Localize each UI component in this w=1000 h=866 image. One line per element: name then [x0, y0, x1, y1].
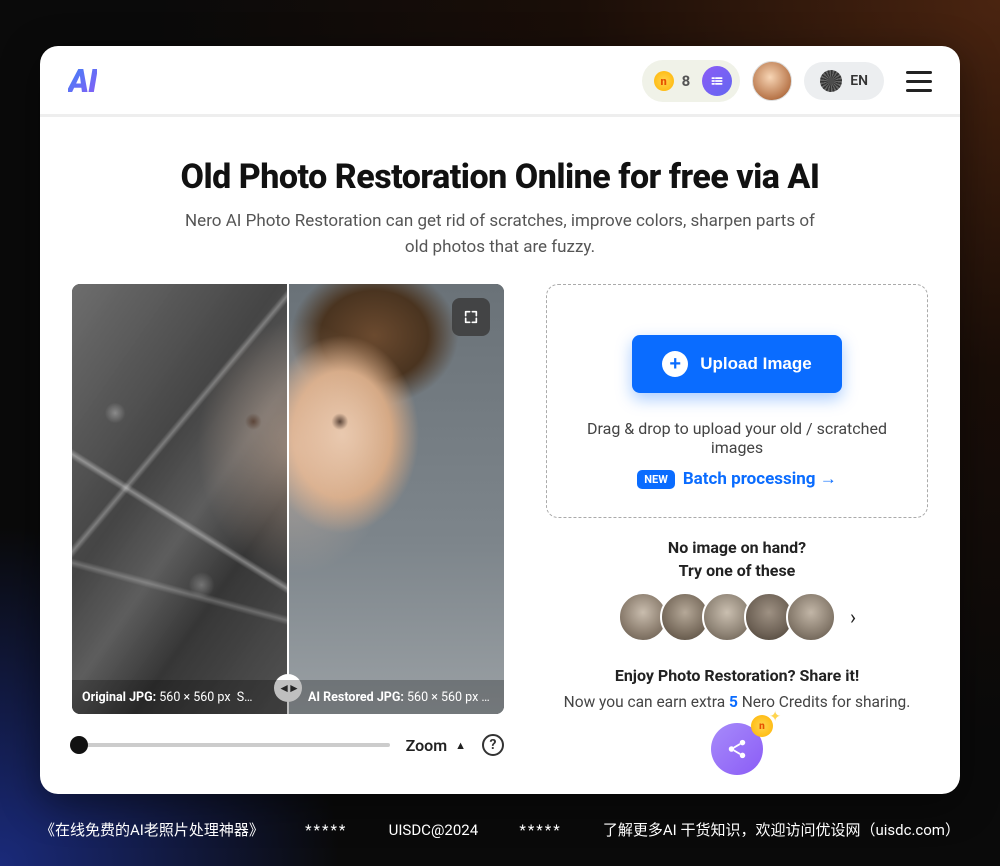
zoom-slider[interactable] [72, 743, 390, 747]
language-label: EN [850, 73, 868, 89]
restored-image [288, 284, 504, 714]
original-image [72, 284, 288, 714]
logo[interactable]: AI [68, 62, 97, 100]
app-window: AI n 8 EN Old Photo Restoration Online f… [40, 46, 960, 794]
upload-column: + Upload Image Drag & drop to upload you… [546, 284, 928, 775]
footer-bar: 《在线免费的AI老照片处理神器》 ***** UISDC@2024 ***** … [0, 819, 1000, 840]
samples-next-button[interactable]: › [850, 605, 856, 629]
tasks-icon[interactable] [702, 66, 732, 96]
zoom-controls: Zoom ▲ ? [72, 734, 504, 756]
upload-dropzone[interactable]: + Upload Image Drag & drop to upload you… [546, 284, 928, 518]
coin-icon: n [654, 71, 674, 91]
compare-slider[interactable]: ◄► Original JPG: 560 × 560 px S… AI Rest… [72, 284, 504, 714]
share-title: Enjoy Photo Restoration? Share it! [546, 666, 928, 685]
topbar: AI n 8 EN [40, 46, 960, 117]
language-selector[interactable]: EN [804, 62, 884, 100]
samples-title: No image on hand?Try one of these [546, 536, 928, 582]
credits-count: 8 [682, 72, 691, 90]
share-subtitle: Now you can earn extra 5 Nero Credits fo… [546, 693, 928, 711]
sample-thumbnails: › [546, 592, 928, 642]
credits-pill[interactable]: n 8 [642, 60, 741, 102]
footer-mid: UISDC@2024 [389, 821, 479, 839]
upload-button[interactable]: + Upload Image [632, 335, 841, 393]
plus-icon: + [662, 351, 688, 377]
preview-column: ◄► Original JPG: 560 × 560 px S… AI Rest… [72, 284, 504, 775]
original-info: Original JPG: 560 × 560 px S… [82, 690, 288, 705]
share-button[interactable]: n ✦ [711, 723, 763, 775]
batch-row: NEW Batch processing → [637, 469, 836, 489]
footer-left: 《在线免费的AI老照片处理神器》 [40, 819, 264, 840]
help-icon[interactable]: ? [482, 734, 504, 756]
footer-stars-1: ***** [305, 821, 347, 839]
footer-stars-2: ***** [519, 821, 561, 839]
image-info-bar: Original JPG: 560 × 560 px S… AI Restore… [72, 680, 504, 714]
page-title: Old Photo Restoration Online for free vi… [100, 157, 900, 197]
page-subtitle: Nero AI Photo Restoration can get rid of… [180, 209, 820, 260]
main-row: ◄► Original JPG: 560 × 560 px S… AI Rest… [40, 284, 960, 794]
globe-icon [820, 70, 842, 92]
sparkle-icon: ✦ [769, 709, 781, 725]
zoom-dropdown[interactable]: Zoom ▲ [406, 736, 466, 755]
menu-button[interactable] [906, 71, 932, 92]
compare-divider[interactable] [287, 284, 289, 714]
batch-processing-link[interactable]: Batch processing → [683, 469, 837, 489]
expand-button[interactable] [452, 298, 490, 336]
restored-info: AI Restored JPG: 560 × 560 px … [288, 690, 494, 705]
drag-hint: Drag & drop to upload your old / scratch… [567, 419, 907, 457]
new-badge: NEW [637, 470, 675, 489]
caret-up-icon: ▲ [455, 739, 466, 752]
share-block: Enjoy Photo Restoration? Share it! Now y… [546, 666, 928, 775]
hero: Old Photo Restoration Online for free vi… [40, 117, 960, 284]
footer-right: 了解更多AI 干货知识，欢迎访问优设网（uisdc.com） [603, 819, 960, 840]
samples-block: No image on hand?Try one of these › [546, 536, 928, 642]
avatar[interactable] [752, 61, 792, 101]
sample-thumb-5[interactable] [786, 592, 836, 642]
zoom-slider-thumb[interactable] [70, 736, 88, 754]
topbar-right: n 8 EN [642, 60, 932, 102]
